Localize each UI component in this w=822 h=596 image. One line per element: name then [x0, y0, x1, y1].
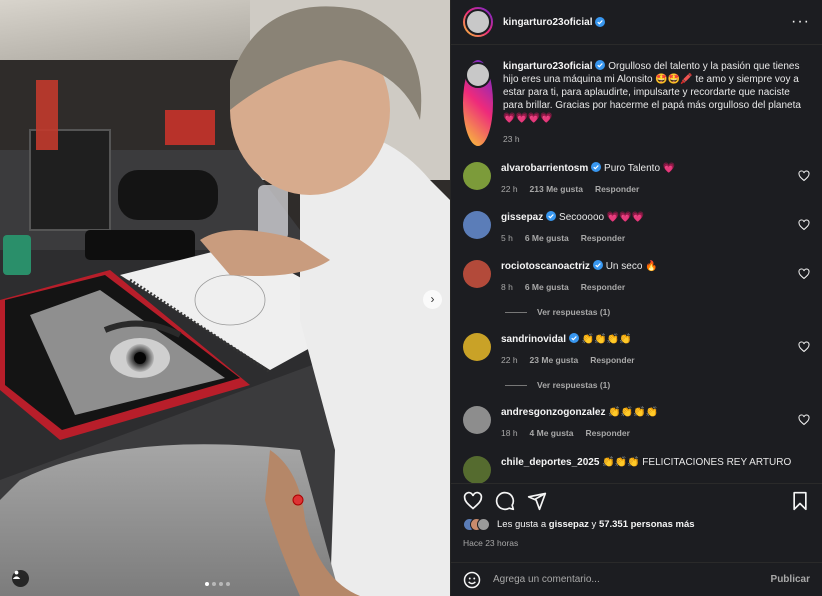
view-replies-button[interactable]: Ver respuestas (1) — [505, 307, 810, 317]
more-options-icon[interactable]: ··· — [791, 13, 810, 31]
avatar[interactable] — [465, 62, 491, 88]
comment-composer: Publicar — [451, 562, 822, 596]
comment-item: alvarobarrientosm Puro Talento 💗 22 h 21… — [463, 162, 810, 196]
view-replies-label: Ver respuestas (1) — [537, 380, 611, 390]
post-header: kingarturo23oficial ··· — [451, 0, 822, 45]
chevron-right-icon: › — [430, 292, 435, 306]
share-icon[interactable] — [527, 491, 547, 511]
verified-badge-icon — [595, 60, 606, 70]
comment-text: 👏👏👏👏 — [581, 334, 632, 345]
comment-username[interactable]: gissepaz — [501, 212, 543, 223]
comment-time: 22 h — [501, 355, 518, 365]
avatar[interactable] — [463, 406, 491, 434]
comment-item: andresgonzogonzalez 👏👏👏👏 18 h 4 Me gusta… — [463, 406, 810, 440]
view-replies-button[interactable]: Ver respuestas (1) — [505, 380, 810, 390]
post-username[interactable]: kingarturo23oficial — [503, 17, 592, 28]
reply-button[interactable]: Responder — [585, 427, 629, 440]
comment-text: Un seco 🔥 — [605, 261, 658, 272]
person-icon — [12, 570, 21, 579]
verified-badge-icon — [569, 333, 580, 343]
heart-icon[interactable] — [798, 414, 810, 426]
likes-prefix: Les gusta a — [497, 519, 549, 530]
comment-likes[interactable]: 6 Me gusta — [525, 281, 569, 294]
post-photo[interactable]: › — [0, 0, 450, 596]
tagged-people-button[interactable] — [12, 570, 29, 587]
carousel-dot — [219, 582, 223, 586]
avatar[interactable] — [463, 260, 491, 288]
heart-icon[interactable] — [798, 268, 810, 280]
reply-button[interactable]: Responder — [595, 183, 639, 196]
verified-badge-icon — [592, 260, 603, 270]
verified-badge-icon — [595, 17, 606, 27]
avatar[interactable] — [463, 333, 491, 361]
comment-time: 22 h — [501, 184, 518, 194]
comment-username[interactable]: andresgonzogonzalez — [501, 407, 605, 418]
likes-middle: y — [588, 519, 599, 530]
caption-time: 23 h — [503, 134, 520, 144]
post-actions — [451, 483, 822, 517]
reply-button[interactable]: Responder — [590, 354, 634, 367]
carousel-dot — [226, 582, 230, 586]
liker-avatars — [463, 518, 490, 531]
heart-icon[interactable] — [798, 219, 810, 231]
comment-likes[interactable]: 6 Me gusta — [525, 232, 569, 245]
carousel-dot — [212, 582, 216, 586]
comment-item: sandrinovidal 👏👏👏👏 22 h 23 Me gusta Resp… — [463, 333, 810, 367]
heart-icon[interactable] — [463, 491, 483, 511]
carousel-dot — [205, 582, 209, 586]
comment-text: Puro Talento 💗 — [604, 163, 676, 174]
next-photo-button[interactable]: › — [423, 290, 442, 309]
avatar — [477, 518, 490, 531]
comment-time: 5 h — [501, 233, 513, 243]
comment-time: 8 h — [501, 282, 513, 292]
likes-summary[interactable]: Les gusta a gissepaz y 57.351 personas m… — [463, 518, 695, 531]
comment-text: 👏👏👏 FELICITACIONES REY ARTURO — [602, 457, 792, 468]
view-replies-label: Ver respuestas (1) — [537, 307, 611, 317]
reply-button[interactable]: Responder — [581, 281, 625, 294]
comment-input[interactable] — [493, 574, 771, 585]
caption: kingarturo23oficial Orgulloso del talent… — [463, 60, 810, 146]
post-time: Hace 23 horas — [463, 538, 519, 548]
comment-item: gissepaz Secooooo 💗💗💗 5 h 6 Me gusta Res… — [463, 211, 810, 245]
comment-username[interactable]: sandrinovidal — [501, 334, 566, 345]
comment-username[interactable]: chile_deportes_2025 — [501, 457, 599, 468]
post-panel: kingarturo23oficial ··· kingarturo23ofic… — [450, 0, 822, 596]
verified-badge-icon — [546, 211, 557, 221]
bookmark-icon[interactable] — [790, 491, 810, 511]
likes-user[interactable]: gissepaz — [549, 519, 589, 530]
comments-list[interactable]: kingarturo23oficial Orgulloso del talent… — [451, 46, 822, 483]
comment-username[interactable]: rociotoscanoactriz — [501, 261, 590, 272]
reply-button[interactable]: Responder — [581, 232, 625, 245]
comment-icon[interactable] — [495, 491, 515, 511]
comment-item: chile_deportes_2025 👏👏👏 FELICITACIONES R… — [463, 456, 810, 483]
comment-username[interactable]: alvarobarrientosm — [501, 163, 588, 174]
comment-text: 👏👏👏👏 — [608, 407, 659, 418]
likes-count[interactable]: 57.351 personas más — [599, 519, 695, 530]
comment-time: 18 h — [501, 428, 518, 438]
comment-item: rociotoscanoactriz Un seco 🔥 8 h 6 Me gu… — [463, 260, 810, 294]
heart-icon[interactable] — [798, 341, 810, 353]
comment-likes[interactable]: 213 Me gusta — [530, 183, 583, 196]
verified-badge-icon — [591, 162, 602, 172]
comment-text: Secooooo 💗💗💗 — [559, 212, 645, 223]
carousel-indicator — [205, 582, 230, 586]
comment-likes[interactable]: 23 Me gusta — [530, 354, 579, 367]
smiley-icon[interactable] — [463, 571, 481, 589]
publish-button[interactable]: Publicar — [771, 574, 810, 585]
avatar[interactable] — [463, 456, 491, 483]
heart-icon[interactable] — [798, 170, 810, 182]
caption-username[interactable]: kingarturo23oficial — [503, 61, 592, 72]
avatar[interactable] — [463, 162, 491, 190]
avatar[interactable] — [463, 7, 493, 37]
comment-likes[interactable]: 4 Me gusta — [530, 427, 574, 440]
avatar[interactable] — [463, 211, 491, 239]
photo-illustration — [0, 0, 450, 596]
